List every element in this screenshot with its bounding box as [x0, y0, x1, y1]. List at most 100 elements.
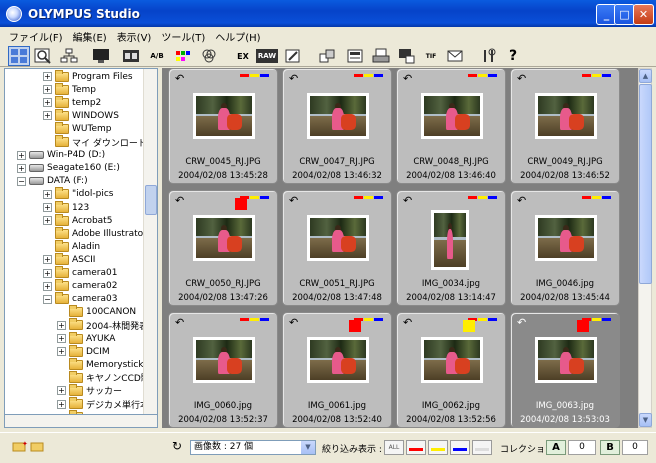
expander-icon[interactable]: +	[57, 347, 66, 357]
tree-item[interactable]: Adobe Illustrator	[43, 226, 147, 240]
thumbnail-card[interactable]: ↶ IMG_0062.jpg 2004/02/08 13:52:56	[396, 312, 506, 428]
rotate-icon[interactable]: ↶	[175, 316, 184, 329]
grid-scrollbar[interactable]: ▲ ▼	[638, 68, 652, 428]
expander-icon[interactable]: +	[43, 72, 52, 81]
view-icon[interactable]	[32, 46, 54, 66]
filter-yellow-button[interactable]	[428, 440, 448, 455]
expander-icon[interactable]: +	[43, 203, 52, 212]
image-count-select[interactable]: 画像数 : 27 個 ▼	[190, 440, 316, 455]
menu-help[interactable]: ヘルプ(H)	[210, 29, 265, 44]
rotate-icon[interactable]: ↶	[175, 194, 184, 207]
tree-item[interactable]: Memorystick	[57, 357, 143, 371]
expander-icon[interactable]: +	[17, 163, 26, 173]
tree-item[interactable]: +2004-林間発表	[57, 318, 148, 332]
compare-icon[interactable]: A/B	[146, 46, 168, 66]
expander-icon[interactable]: +	[43, 98, 52, 108]
help-icon[interactable]: ?	[502, 46, 524, 66]
tree-item[interactable]: + Win-P4D (D:)	[17, 149, 105, 162]
tree-item[interactable]: + camera01	[43, 266, 117, 280]
thumbnail-card[interactable]: ↶ CRW_0051_RJ.JPG 2004/02/08 13:47:48	[282, 190, 392, 306]
thumbnail-card[interactable]: ↶ IMG_0034.jpg 2004/02/08 13:14:47	[396, 190, 506, 306]
tree-item[interactable]: + Program Files	[43, 69, 133, 83]
monitor-icon[interactable]	[90, 46, 112, 66]
thumbnail-card[interactable]: ↶ CRW_0049_RJ.JPG 2004/02/08 13:46:52	[510, 68, 620, 184]
expander-icon[interactable]: +	[43, 281, 52, 291]
thumbnail-card[interactable]: ↶ CRW_0047_RJ.JPG 2004/02/08 13:46:32	[282, 68, 392, 184]
tree-item[interactable]: + DCIM	[57, 344, 110, 358]
folder-up-icon[interactable]	[30, 439, 46, 456]
color-icon[interactable]	[198, 46, 220, 66]
filter-all-button[interactable]: ALL	[384, 440, 404, 455]
scroll-down-button[interactable]: ▼	[639, 413, 652, 427]
filter-blue-button[interactable]	[450, 440, 470, 455]
raw-icon[interactable]: RAW	[256, 49, 278, 63]
tree-hscrollbar[interactable]	[4, 414, 158, 428]
expander-icon[interactable]: +	[43, 189, 52, 199]
expander-icon[interactable]: +	[57, 399, 66, 409]
index-icon[interactable]	[396, 46, 418, 66]
stamp-icon[interactable]	[344, 46, 366, 66]
tree-item[interactable]: + WINDOWS	[43, 108, 119, 122]
browse-icon[interactable]	[8, 46, 30, 66]
rotate-icon[interactable]: ↶	[175, 72, 184, 85]
tree-item[interactable]: + ASCII	[43, 252, 95, 266]
expander-icon[interactable]: +	[43, 255, 52, 265]
thumbnail-card[interactable]: ↶ CRW_0050_RJ.JPG 2004/02/08 13:47:26	[168, 190, 278, 306]
rotate-icon[interactable]: ↶	[517, 194, 526, 207]
title-bar[interactable]: OLYMPUS Studio _ □ ✕	[0, 0, 656, 27]
tree-icon[interactable]	[58, 46, 80, 66]
rotate-icon[interactable]: ↶	[289, 194, 298, 207]
filter-none-button[interactable]	[472, 440, 492, 455]
tree-item[interactable]: + AYUKA	[57, 331, 115, 345]
rotate-icon[interactable]: ↶	[403, 194, 412, 207]
collection-a-button[interactable]: A	[546, 440, 566, 455]
tree-scroll-thumb[interactable]	[145, 185, 157, 215]
expander-icon[interactable]: +	[43, 268, 52, 278]
rotate-icon[interactable]: ↶	[517, 72, 526, 85]
tree-item[interactable]: − camera03	[43, 292, 117, 306]
grid-scroll-thumb[interactable]	[639, 84, 652, 284]
expander-icon[interactable]: +	[43, 85, 52, 95]
thumbnail-card[interactable]: ↶ IMG_0063.jpg 2004/02/08 13:53:03	[510, 312, 620, 428]
rotate-icon[interactable]: ↶	[403, 316, 412, 329]
expander-icon[interactable]: −	[17, 176, 26, 186]
tools-icon[interactable]	[478, 46, 500, 66]
refresh-icon[interactable]: ↻	[172, 439, 182, 453]
tree-item[interactable]: マイ ダウンロード	[43, 135, 147, 149]
filmstrip-icon[interactable]	[120, 46, 142, 66]
menu-view[interactable]: 表示(V)	[112, 29, 157, 44]
tree-item[interactable]: + Temp	[43, 82, 96, 96]
thumbnail-card[interactable]: ↶ IMG_0061.jpg 2004/02/08 13:52:40	[282, 312, 392, 428]
expander-icon[interactable]: +	[57, 320, 66, 330]
menu-edit[interactable]: 編集(E)	[68, 29, 112, 44]
menu-tools[interactable]: ツール(T)	[156, 29, 210, 44]
tree-item[interactable]: + Seagate160 (E:)	[17, 162, 120, 175]
filter-red-button[interactable]	[406, 440, 426, 455]
thumbnail-card[interactable]: ↶ CRW_0045_RJ.JPG 2004/02/08 13:45:28	[168, 68, 278, 184]
tree-item[interactable]: + camera02	[43, 279, 117, 293]
tree-item[interactable]: WUTemp	[43, 121, 111, 135]
thumbnail-card[interactable]: ↶ IMG_0060.jpg 2004/02/08 13:52:37	[168, 312, 278, 428]
expander-icon[interactable]: −	[43, 294, 52, 304]
tree-item[interactable]: Aladin	[43, 239, 100, 253]
tree-item[interactable]: + サッカー	[57, 383, 122, 397]
close-button[interactable]: ✕	[633, 4, 654, 25]
chevron-down-icon[interactable]: ▼	[301, 441, 315, 454]
rotate-icon[interactable]: ↶	[403, 72, 412, 85]
tree-item[interactable]: 100CANON	[57, 305, 136, 319]
palette-icon[interactable]	[172, 46, 194, 66]
tiff-icon[interactable]: TIF	[420, 46, 442, 66]
new-folder-icon[interactable]: ✦	[12, 439, 28, 456]
menu-file[interactable]: ファイル(F)	[4, 29, 68, 44]
tree-scrollbar[interactable]	[143, 69, 157, 427]
edit-icon[interactable]	[282, 46, 304, 66]
mail-icon[interactable]	[444, 46, 466, 66]
tree-item[interactable]: + temp2	[43, 95, 101, 109]
tree-item[interactable]: +123	[43, 200, 89, 214]
tree-item[interactable]: + Acrobat5	[43, 213, 112, 227]
scroll-up-button[interactable]: ▲	[639, 69, 652, 83]
rotate-icon[interactable]: ↶	[289, 316, 298, 329]
expander-icon[interactable]: +	[57, 386, 66, 396]
rotate-icon[interactable]: ↶	[289, 72, 298, 85]
tree-item[interactable]: キヤノンCCD駆	[57, 370, 150, 384]
